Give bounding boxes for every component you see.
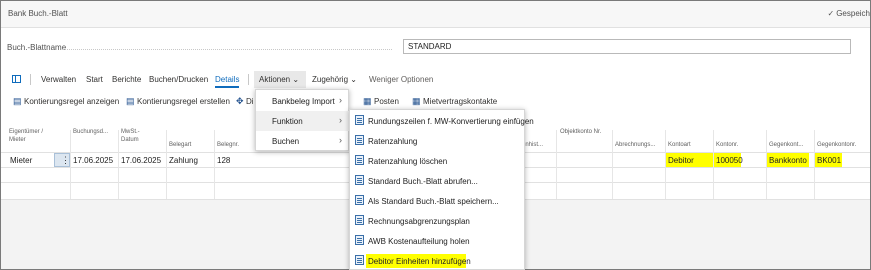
chevron-down-icon: ⌄: [350, 75, 357, 84]
document-icon: [355, 235, 364, 245]
cell-account-type[interactable]: Debitor: [668, 156, 694, 165]
document-icon: [355, 175, 364, 185]
chevron-right-icon: ›: [339, 115, 342, 125]
grid-col-divider: [166, 130, 167, 199]
chevron-down-icon: ⌄: [292, 75, 300, 84]
col-header-owner[interactable]: Eigentümer / Mieter: [9, 128, 49, 144]
menu-item-label: Debitor Einheiten hinzufügen: [368, 257, 471, 266]
header-divider: [1, 27, 870, 28]
cell-bal-account-type[interactable]: Bankkonto: [769, 156, 807, 165]
promoted-actions-bar: ▤ Kontierungsregel anzeigen ▤ Kontierung…: [0, 92, 871, 108]
tab-zugehoerig[interactable]: Zugehörig ⌄: [312, 75, 357, 84]
cell-posting-date[interactable]: 17.06.2025: [73, 156, 113, 165]
toolbar-separator: [30, 74, 31, 85]
menu-item-funktion[interactable]: Funktion ›: [256, 111, 350, 131]
menu-item-label: Rechnungsabgrenzungsplan: [368, 217, 470, 226]
document-icon: [355, 135, 364, 145]
menu-item-label: Rundungszeilen f. MW-Konvertierung einfü…: [368, 117, 534, 126]
batch-name-label: Buch.-Blattname: [7, 43, 67, 52]
col-header-bal-account-no[interactable]: Gegenkontonr.: [817, 141, 856, 149]
tab-start[interactable]: Start: [86, 75, 103, 84]
saved-status-label: Gespeich: [836, 9, 870, 18]
menu-item-label: Funktion: [272, 117, 303, 126]
active-tab-underline: [215, 86, 239, 88]
menu-item-label: Als Standard Buch.-Blatt speichern...: [368, 197, 499, 206]
tab-berichte[interactable]: Berichte: [112, 75, 141, 84]
entries-icon: ▦: [363, 96, 372, 106]
cell-vat-date[interactable]: 17.06.2025: [121, 156, 161, 165]
menu-item-buchen[interactable]: Buchen ›: [256, 131, 350, 151]
grid-col-divider: [612, 130, 613, 199]
dimensions-button[interactable]: Di: [246, 97, 254, 106]
menu-item-label: Bankbeleg Import: [272, 97, 335, 106]
more-icon: ⋮: [61, 155, 70, 165]
funktion-submenu: Rundungszeilen f. MW-Konvertierung einfü…: [349, 109, 534, 270]
menu-item-deferral-schedule[interactable]: Rechnungsabgrenzungsplan: [350, 211, 526, 231]
chevron-right-icon: ›: [339, 95, 342, 105]
col-header-account-no[interactable]: Kontonr.: [716, 141, 738, 149]
grid-col-divider: [214, 130, 215, 199]
document-icon: [355, 215, 364, 225]
tab-buchen-drucken[interactable]: Buchen/Drucken: [149, 75, 208, 84]
row-actions-button[interactable]: ⋮: [54, 153, 70, 167]
cell-bal-account-no[interactable]: BK001: [817, 156, 841, 165]
dimensions-icon: ✥: [236, 96, 244, 106]
saved-status: ✓ Gespeich: [828, 9, 871, 18]
rule-create-icon: ▤: [126, 96, 135, 106]
menu-item-awb-cost-allocation[interactable]: AWB Kostenaufteilung holen: [350, 231, 526, 251]
grid-col-divider: [70, 130, 71, 199]
grid-col-divider: [556, 130, 557, 199]
col-header-posting-date[interactable]: Buchungsd...: [73, 128, 108, 136]
menu-item-label: AWB Kostenaufteilung holen: [368, 237, 470, 246]
menu-item-label: Ratenzahlung löschen: [368, 157, 448, 166]
col-header-doc-no[interactable]: Belegnr.: [217, 141, 239, 149]
col-header-account-type[interactable]: Kontoart: [668, 141, 691, 149]
tab-verwalten[interactable]: Verwalten: [41, 75, 76, 84]
col-header-doc-type[interactable]: Belegart: [169, 141, 191, 149]
menu-item-label: Ratenzahlung: [368, 137, 418, 146]
menu-item-add-customer-units[interactable]: Debitor Einheiten hinzufügen: [350, 251, 526, 270]
menu-item-label: Standard Buch.-Blatt abrufen...: [368, 177, 478, 186]
rule-view-icon: ▤: [13, 96, 22, 106]
cell-account-no[interactable]: 100050: [716, 156, 743, 165]
field-dotted-leader: [62, 49, 392, 50]
col-header-settlement[interactable]: Abrechnungs...: [615, 141, 655, 149]
menu-item-save-standard-journal[interactable]: Als Standard Buch.-Blatt speichern...: [350, 191, 526, 211]
grid-col-divider: [118, 130, 119, 199]
contacts-icon: ▦: [412, 96, 421, 106]
tab-aktionen-label: Aktionen: [259, 75, 291, 84]
col-header-bal-account-type[interactable]: Gegenkont...: [769, 141, 803, 149]
chevron-right-icon: ›: [339, 135, 342, 145]
menu-item-installment[interactable]: Ratenzahlung: [350, 131, 526, 151]
aktionen-menu: Bankbeleg Import › Funktion › Buchen ›: [255, 89, 350, 151]
tab-zugehoerig-label: Zugehörig: [312, 75, 349, 84]
col-header-object-account[interactable]: Objektkonto Nr.: [560, 128, 606, 136]
title-bar: Bank Buch.-Blatt ✓ Gespeich: [1, 1, 870, 27]
document-icon: [355, 255, 364, 265]
document-icon: [355, 155, 364, 165]
menu-item-bankbeleg-import[interactable]: Bankbeleg Import ›: [256, 91, 350, 111]
insert-lines-icon: [355, 115, 364, 125]
cell-doc-no[interactable]: 128: [217, 156, 230, 165]
col-header-vat-date[interactable]: MwSt.-Datum: [121, 128, 149, 144]
cell-doc-type[interactable]: Zahlung: [169, 156, 198, 165]
menu-item-delete-installment[interactable]: Ratenzahlung löschen: [350, 151, 526, 171]
check-icon: ✓: [827, 9, 835, 18]
menu-item-label: Buchen: [272, 137, 300, 146]
document-icon: [355, 195, 364, 205]
lease-contacts-button[interactable]: Mietvertragskontakte: [423, 97, 497, 106]
menu-item-rounding-lines[interactable]: Rundungszeilen f. MW-Konvertierung einfü…: [350, 111, 534, 131]
show-posting-rule-button[interactable]: Kontierungsregel anzeigen: [24, 97, 119, 106]
toolbar-separator: [248, 74, 249, 85]
menu-item-get-standard-journal[interactable]: Standard Buch.-Blatt abrufen...: [350, 171, 526, 191]
tab-details[interactable]: Details: [215, 75, 239, 84]
cell-owner[interactable]: Mieter: [10, 156, 32, 165]
fewer-options-button[interactable]: Weniger Optionen: [369, 75, 433, 84]
create-posting-rule-button[interactable]: Kontierungsregel erstellen: [137, 97, 230, 106]
tab-aktionen[interactable]: Aktionen ⌄: [259, 75, 299, 84]
page-title: Bank Buch.-Blatt: [8, 9, 68, 18]
batch-name-input[interactable]: STANDARD: [403, 39, 851, 54]
entries-button[interactable]: Posten: [374, 97, 399, 106]
action-toolbar: Verwalten Start Berichte Buchen/Drucken …: [0, 70, 871, 88]
